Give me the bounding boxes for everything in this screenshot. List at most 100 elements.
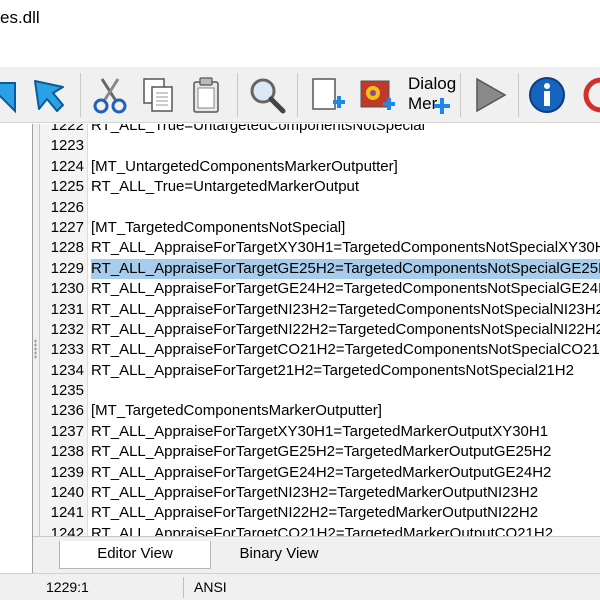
code-line[interactable]: 1238 RT_ALL_AppraiseForTargetGE25H2=Targe… bbox=[40, 442, 600, 462]
code-line[interactable]: 1226 bbox=[40, 198, 600, 218]
code-line[interactable]: 1223 bbox=[40, 136, 600, 156]
toolbar: Dialog Mer bbox=[0, 67, 600, 123]
line-number: 1223 bbox=[50, 137, 84, 155]
code-line[interactable]: 1228 RT_ALL_AppraiseForTargetXY30H1=Targe… bbox=[40, 238, 600, 258]
code-line[interactable]: 1239 RT_ALL_AppraiseForTargetGE24H2=Targe… bbox=[40, 463, 600, 483]
tab-editor-view[interactable]: Editor View bbox=[59, 541, 211, 569]
about-button[interactable] bbox=[524, 72, 570, 118]
new-resource-button[interactable] bbox=[304, 72, 350, 118]
line-number: 1232 bbox=[50, 320, 84, 338]
code-line[interactable]: 1222 RT_ALL_True=UntargetedComponentsNotS… bbox=[40, 124, 600, 136]
code-line[interactable]: 1227 [MT_TargetedComponentsNotSpecial] bbox=[40, 218, 600, 238]
line-text: RT_ALL_AppraiseForTarget21H2=TargetedCom… bbox=[91, 361, 574, 379]
line-number: 1228 bbox=[50, 239, 84, 257]
copy-icon bbox=[143, 78, 173, 112]
toolbar-separator bbox=[518, 73, 519, 117]
add-image-button[interactable] bbox=[354, 72, 400, 118]
dialog-menu-button[interactable]: Dialog Mer bbox=[404, 72, 457, 118]
info-icon bbox=[529, 77, 565, 113]
line-number: 1240 bbox=[50, 484, 84, 502]
tab-binary-view[interactable]: Binary View bbox=[218, 541, 340, 569]
magnifier-icon bbox=[250, 78, 286, 114]
code-line[interactable]: 1237 RT_ALL_AppraiseForTargetXY30H1=Targe… bbox=[40, 422, 600, 442]
copy-button[interactable] bbox=[135, 72, 181, 118]
select-pointer-icon bbox=[34, 80, 64, 112]
line-text: RT_ALL_True=UntargetedMarkerOutput bbox=[91, 178, 360, 196]
cut-button[interactable] bbox=[87, 72, 133, 118]
code-editor[interactable]: 1222 RT_ALL_True=UntargetedComponentsNotS… bbox=[39, 124, 600, 536]
code-line[interactable]: 1240 RT_ALL_AppraiseForTargetNI23H2=Targe… bbox=[40, 483, 600, 503]
line-number: 1230 bbox=[50, 280, 84, 298]
line-text: RT_ALL_AppraiseForTargetNI22H2=TargetedM… bbox=[91, 504, 539, 522]
title-bar: es.dll bbox=[0, 0, 600, 44]
line-text: RT_ALL_AppraiseForTargetGE24H2=TargetedM… bbox=[91, 463, 552, 481]
code-line[interactable]: 1241 RT_ALL_AppraiseForTargetNI22H2=Targe… bbox=[40, 503, 600, 523]
forward-icon bbox=[0, 82, 16, 114]
line-number: 1241 bbox=[50, 504, 84, 522]
add-image-icon bbox=[360, 80, 395, 110]
resource-tree-pane[interactable] bbox=[0, 124, 33, 573]
line-number: 1229 bbox=[50, 259, 84, 277]
code-line[interactable]: 1232 RT_ALL_AppraiseForTargetNI22H2=Targe… bbox=[40, 320, 600, 340]
line-text: [MT_TargetedComponentsMarkerOutputter] bbox=[91, 402, 382, 420]
code-line[interactable]: 1235 bbox=[40, 381, 600, 401]
dialog-menu-icon: Dialog Mer bbox=[404, 72, 457, 118]
cursor-position: 1229:1 bbox=[46, 579, 89, 595]
run-button[interactable] bbox=[466, 72, 512, 118]
code-line[interactable]: 1231 RT_ALL_AppraiseForTargetNI23H2=Targe… bbox=[40, 300, 600, 320]
line-text: RT_ALL_AppraiseForTargetNI23H2=TargetedC… bbox=[91, 300, 600, 318]
stop-icon bbox=[583, 77, 600, 113]
line-text: RT_ALL_True=UntargetedComponentsNotSpeci… bbox=[91, 124, 425, 134]
toolbar-separator bbox=[237, 73, 238, 117]
paste-icon bbox=[193, 77, 219, 113]
line-text: RT_ALL_AppraiseForTargetCO21H2=TargetedC… bbox=[91, 341, 600, 359]
line-number: 1231 bbox=[50, 300, 84, 318]
editor-lines: 1222 RT_ALL_True=UntargetedComponentsNotS… bbox=[40, 124, 600, 536]
view-tab-bar: Editor View Binary View bbox=[33, 536, 600, 573]
code-line[interactable]: 1224 [MT_UntargetedComponentsMarkerOutput… bbox=[40, 157, 600, 177]
line-text: [MT_UntargetedComponentsMarkerOutputter] bbox=[91, 157, 398, 175]
exit-button[interactable] bbox=[578, 72, 600, 118]
dialog-menu-label-1: Dialog bbox=[408, 74, 457, 93]
line-text: RT_ALL_AppraiseForTargetCO21H2=TargetedM… bbox=[91, 524, 554, 536]
line-number: 1226 bbox=[50, 198, 84, 216]
encoding-indicator: ANSI bbox=[194, 579, 227, 595]
line-number: 1222 bbox=[50, 124, 84, 134]
line-number: 1236 bbox=[50, 402, 84, 420]
line-number: 1225 bbox=[50, 178, 84, 196]
scissors-icon bbox=[93, 78, 127, 114]
tab-binary-view-label: Binary View bbox=[239, 545, 319, 562]
play-icon bbox=[476, 77, 507, 113]
code-line[interactable]: 1242 RT_ALL_AppraiseForTargetCO21H2=Targe… bbox=[40, 524, 600, 536]
status-bar: 1229:1 ANSI bbox=[0, 573, 600, 600]
code-line[interactable]: 1229 RT_ALL_AppraiseForTargetGE25H2=Targe… bbox=[40, 258, 600, 280]
code-line[interactable]: 1233 RT_ALL_AppraiseForTargetCO21H2=Targe… bbox=[40, 340, 600, 360]
toolbar-separator bbox=[460, 73, 461, 117]
tab-editor-view-label: Editor View bbox=[97, 545, 173, 562]
status-divider bbox=[183, 577, 184, 598]
line-text: RT_ALL_AppraiseForTargetNI22H2=TargetedC… bbox=[91, 320, 600, 338]
plus-icon bbox=[434, 98, 450, 114]
window-title: es.dll bbox=[0, 8, 40, 27]
line-text: RT_ALL_AppraiseForTargetNI23H2=TargetedM… bbox=[91, 484, 539, 502]
new-resource-icon bbox=[312, 78, 345, 110]
line-number: 1234 bbox=[50, 361, 84, 379]
find-button[interactable] bbox=[244, 72, 290, 118]
code-line[interactable]: 1225 RT_ALL_True=UntargetedMarkerOutput bbox=[40, 177, 600, 197]
line-text: RT_ALL_AppraiseForTargetXY30H1=TargetedM… bbox=[91, 422, 549, 440]
line-number: 1237 bbox=[50, 422, 84, 440]
dialog-menu-label-2: Mer bbox=[408, 94, 438, 113]
line-text: RT_ALL_AppraiseForTargetXY30H1=TargetedC… bbox=[91, 239, 600, 257]
line-number: 1239 bbox=[50, 463, 84, 481]
code-line[interactable]: 1234 RT_ALL_AppraiseForTarget21H2=Targete… bbox=[40, 361, 600, 381]
code-line[interactable]: 1236 [MT_TargetedComponentsMarkerOutputte… bbox=[40, 401, 600, 421]
code-line[interactable]: 1230 RT_ALL_AppraiseForTargetGE24H2=Targe… bbox=[40, 279, 600, 299]
line-number: 1233 bbox=[50, 341, 84, 359]
line-text: [MT_TargetedComponentsNotSpecial] bbox=[91, 218, 346, 236]
toolbar-separator bbox=[80, 73, 81, 117]
line-text: RT_ALL_AppraiseForTargetGE24H2=TargetedC… bbox=[91, 280, 600, 298]
forward-button[interactable] bbox=[0, 72, 28, 118]
paste-button[interactable] bbox=[183, 72, 229, 118]
line-text: RT_ALL_AppraiseForTargetGE25H2=TargetedC… bbox=[91, 258, 600, 280]
select-button[interactable] bbox=[26, 72, 72, 118]
